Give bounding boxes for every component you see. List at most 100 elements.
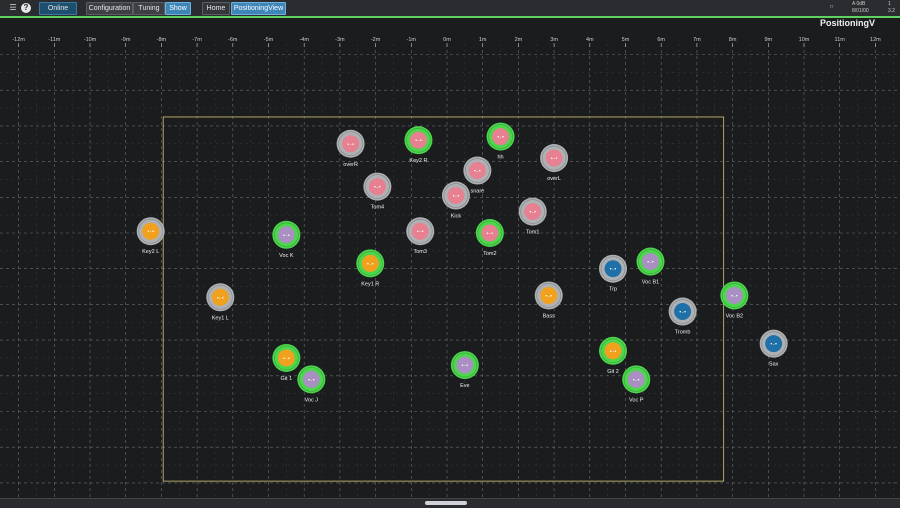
link-icon: •-• [452,194,460,200]
ruler-tick-label: -1m [407,37,417,43]
link-icon: •-• [550,156,558,162]
source-voc-b1[interactable]: •-• Voc B1 [636,247,665,286]
status-value-2: 3.2 [888,8,895,14]
source-voc-p[interactable]: •-• Voc P [622,365,651,403]
status-area: □ A 0dB 8/01/00 1 3.2 [830,1,900,15]
source-tom3[interactable]: •-• Tom3 [406,217,435,255]
link-icon: •-• [282,356,290,362]
link-icon: •-• [529,210,537,216]
source-label: Tom2 [483,251,496,257]
source-label: overL [547,176,561,182]
page-title: PositioningV [820,18,875,28]
source-label: Eve [460,383,469,389]
source-label: Kick [451,214,462,220]
link-icon: •-• [147,229,155,235]
ruler-tick-label: -7m [192,37,202,43]
link-icon: •-• [415,138,423,144]
link-icon: •-• [609,267,617,273]
ruler-tick-label: -8m [157,37,167,43]
ruler-tick-label: 11m [835,37,846,43]
status-icon: □ [830,4,834,10]
source-hh[interactable]: •-• hh [486,122,515,161]
source-trp[interactable]: •-• Trp [599,254,628,293]
stage-area [162,116,725,482]
link-icon: •-• [770,342,778,348]
ruler-tick-label: 0m [443,37,451,43]
ruler-tick-label: -3m [335,37,345,43]
source-bass[interactable]: •-• Bass [534,281,563,319]
source-label: hh [497,155,503,161]
positioning-plot[interactable]: -12m -11m -10m -9m -8m -7m -6m -5m -4m -3m -2m -1m 0… [0,30,900,498]
source-overl[interactable]: •-• overL [540,144,569,182]
link-icon: •-• [473,169,481,175]
source-voc-j[interactable]: •-• Voc J [297,365,326,403]
ruler-tick-label: 7m [693,37,701,43]
home-button[interactable]: Home [202,2,230,15]
source-tom2[interactable]: •-• Tom2 [475,219,504,257]
source-eve[interactable]: •-• Eve [450,351,479,389]
source-key2-r[interactable]: •-• Key2 R [404,126,433,164]
source-key1-r[interactable]: •-• Key1 R [356,249,385,287]
tuning-button[interactable]: Tuning [133,2,165,15]
source-label: Trp [609,287,617,293]
positioningview-button[interactable]: PositioningView [231,2,286,15]
link-icon: •-• [545,293,553,299]
ruler-tick-label: -9m [121,37,131,43]
source-git-2[interactable]: •-• Git 2 [599,336,628,375]
source-label: Git 2 [607,369,619,375]
link-icon: •-• [216,295,224,301]
ruler-tick-label: 12m [870,37,881,43]
menu-icon[interactable]: ☰ [8,3,18,13]
link-icon: •-• [307,377,315,383]
source-sax[interactable]: •-• Sax [759,329,788,368]
link-icon: •-• [679,310,687,316]
ruler: -12m -11m -10m -9m -8m -7m -6m -5m -4m -3m -2m -1m 0… [12,37,881,47]
ruler-tick-label: -11m [48,37,61,43]
ruler-tick-label: -5m [264,37,274,43]
source-tromb[interactable]: •-• Tromb [668,297,697,336]
scroll-handle[interactable] [425,501,467,505]
link-icon: •-• [366,261,374,267]
link-icon: •-• [497,135,505,141]
ruler-tick-label: 6m [657,37,665,43]
source-label: Bass [543,313,555,319]
source-key2-l[interactable]: •-• Key2 L [136,217,165,255]
status-level: A 0dB [852,1,866,7]
show-button[interactable]: Show [165,2,191,15]
ruler-tick-label: 1m [479,37,487,43]
configuration-button[interactable]: Configuration [86,2,133,15]
status-date: 8/01/00 [852,8,869,14]
ruler-tick-label: -6m [228,37,238,43]
source-overr[interactable]: •-• overR [336,129,365,168]
source-voc-b2[interactable]: •-• Voc B2 [720,281,749,319]
source-label: Git 1 [281,376,293,382]
source-label: Voc K [279,253,294,259]
link-icon: •-• [632,377,640,383]
sound-sources: •-•overR•-•Key2 R•-•hh •-•overL•-•snare•-… [136,122,788,403]
source-git-1[interactable]: •-• Git 1 [272,343,301,382]
source-kick[interactable]: •-• Kick [441,181,470,220]
source-label: snare [470,189,484,195]
ruler-tick-label: 9m [764,37,772,43]
link-icon: •-• [461,363,469,369]
help-icon[interactable]: ? [21,3,31,13]
link-icon: •-• [374,185,382,191]
source-label: Key1 R [361,281,379,287]
link-icon: •-• [609,349,617,355]
source-tom4[interactable]: •-• Tom4 [363,172,392,211]
source-label: Tom4 [371,205,384,211]
source-tom1[interactable]: •-• Tom1 [518,197,547,236]
grid-lines [0,44,900,498]
source-label: Tromb [675,330,691,336]
top-toolbar: ☰ ? Online Configuration Tuning Show Hom… [0,0,900,18]
source-label: Voc P [629,397,644,403]
source-label: Voc B2 [726,313,743,319]
source-key1-l[interactable]: •-• Key1 L [206,283,235,321]
ruler-tick-label: 10m [799,37,810,43]
online-button[interactable]: Online [39,2,77,15]
ruler-tick-label: 5m [622,37,630,43]
ruler-tick-label: -2m [371,37,381,43]
source-label: Sax [769,362,779,368]
source-voc-k[interactable]: •-• Voc K [272,220,301,259]
source-label: overR [343,162,358,168]
